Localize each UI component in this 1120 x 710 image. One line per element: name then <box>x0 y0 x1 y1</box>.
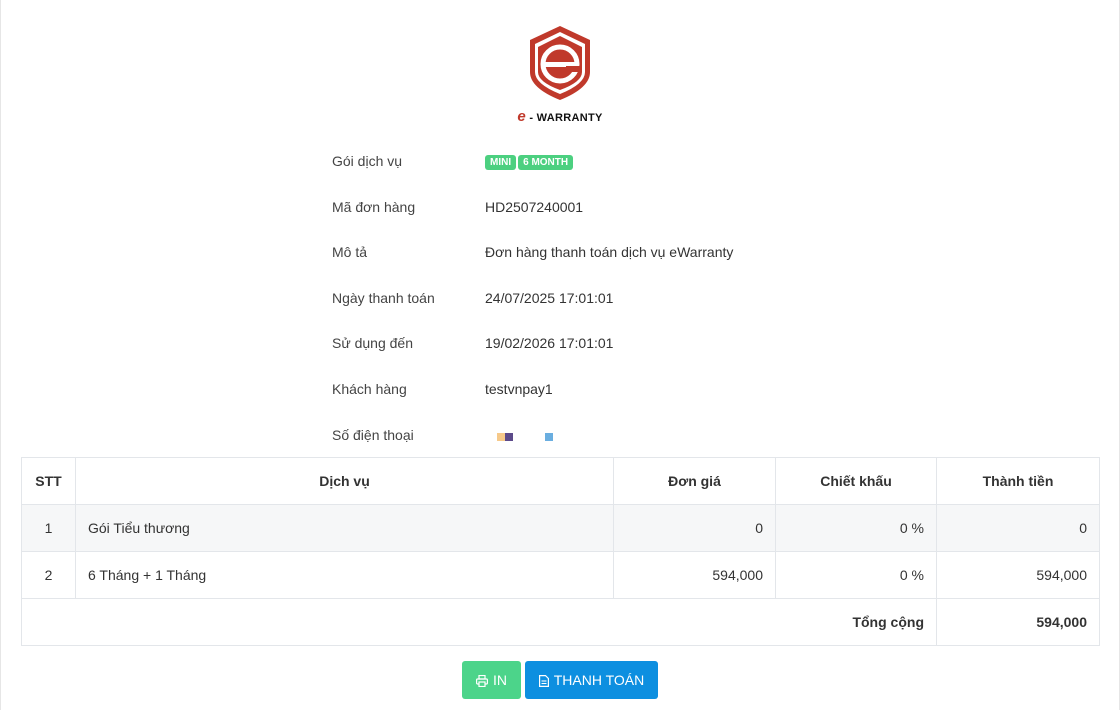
table-header-row: STT Dịch vụ Đơn giá Chiết khấu Thành tiề… <box>21 457 1100 505</box>
ewarranty-logo: e - WARRANTY <box>510 22 610 126</box>
shield-logo-icon <box>530 26 590 100</box>
services-table: STT Dịch vụ Đơn giá Chiết khấu Thành tiề… <box>21 457 1100 646</box>
print-button[interactable]: IN <box>462 661 521 699</box>
col-header-amount: Thành tiền <box>936 457 1100 505</box>
masked-phone-number <box>485 431 555 442</box>
table-row: 2 6 Tháng + 1 Tháng 594,000 0 % 594,000 <box>21 551 1100 599</box>
table-row: 1 Gói Tiểu thương 0 0 % 0 <box>21 504 1100 552</box>
package-badge: MINI <box>485 154 517 170</box>
col-header-stt: STT <box>21 457 76 505</box>
document-icon <box>538 675 549 687</box>
logo-wordmark: e - WARRANTY <box>517 108 603 125</box>
duration-badge: 6 MONTH <box>518 154 574 170</box>
total-value: 594,000 <box>936 598 1100 646</box>
col-header-service: Dịch vụ <box>75 457 614 505</box>
total-label: Tổng cộng <box>21 598 937 646</box>
table-total-row: Tổng cộng 594,000 <box>21 598 1100 646</box>
col-header-discount: Chiết khấu <box>775 457 937 505</box>
printer-icon <box>476 674 489 688</box>
pay-button[interactable]: THANH TOÁN <box>525 661 658 699</box>
col-header-unit-price: Đơn giá <box>613 457 776 505</box>
